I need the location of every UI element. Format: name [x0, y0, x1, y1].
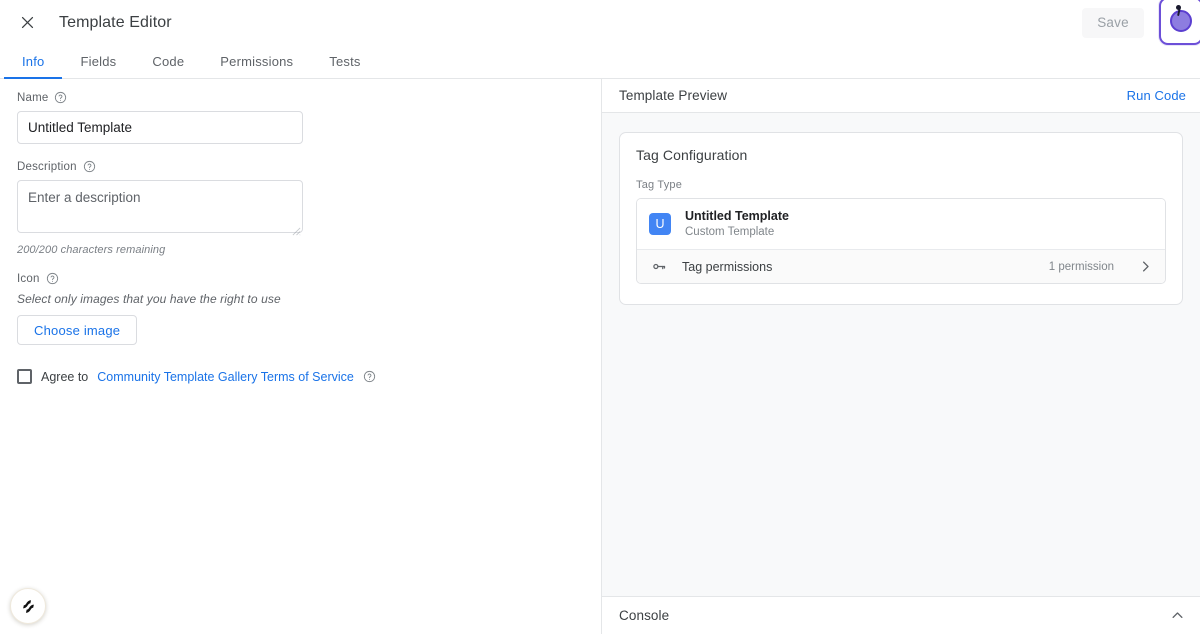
- close-icon[interactable]: [12, 8, 42, 38]
- preview-header: Template Preview Run Code: [602, 79, 1200, 113]
- assistant-icon: [22, 599, 34, 613]
- terms-of-service-link[interactable]: Community Template Gallery Terms of Serv…: [97, 370, 354, 384]
- icon-field-block: Icon Select only images that you have th…: [17, 272, 584, 345]
- tag-configuration-card: Tag Configuration Tag Type U Untitled Te…: [619, 132, 1183, 306]
- key-icon: [650, 259, 668, 274]
- description-label-row: Description: [17, 160, 584, 173]
- assistant-floating-button[interactable]: [10, 588, 46, 624]
- tab-fields[interactable]: Fields: [62, 46, 134, 79]
- tag-configuration-title: Tag Configuration: [636, 147, 748, 163]
- console-title: Console: [619, 608, 670, 623]
- chevron-up-icon[interactable]: [1170, 608, 1185, 623]
- description-field-block: Description 200/200 charac: [17, 160, 584, 256]
- icon-usage-hint: Select only images that you have the rig…: [17, 292, 281, 306]
- character-counter: 200/200 characters remaining: [17, 244, 166, 256]
- description-input-wrap: [17, 180, 303, 238]
- editor-tabs: Info Fields Code Permissions Tests: [0, 45, 1200, 79]
- help-icon[interactable]: [363, 370, 376, 383]
- template-editor-window: Template Editor Save Info Fields Code Pe…: [0, 0, 1200, 634]
- tag-type-label: Tag Type: [636, 179, 683, 191]
- icon-label-row: Icon: [17, 272, 584, 285]
- help-icon[interactable]: [46, 272, 59, 285]
- preview-body: Tag Configuration Tag Type U Untitled Te…: [602, 113, 1200, 596]
- page-title: Template Editor: [59, 13, 172, 31]
- chevron-right-icon[interactable]: [1138, 259, 1153, 274]
- info-form-pane: Name Description: [0, 79, 602, 634]
- tab-permissions[interactable]: Permissions: [202, 46, 311, 79]
- top-bar: Template Editor Save: [0, 0, 1200, 45]
- tag-type-name: Untitled Template: [685, 209, 789, 223]
- template-badge-icon: U: [649, 213, 671, 236]
- agree-prefix-label: Agree to: [41, 369, 89, 384]
- terms-agreement-row: Agree to Community Template Gallery Term…: [17, 369, 584, 384]
- cursor-pointer-icon: [1170, 5, 1192, 32]
- tab-code[interactable]: Code: [134, 46, 202, 79]
- preview-pane: Template Preview Run Code Tag Configurat…: [602, 79, 1200, 634]
- icon-label: Icon: [17, 272, 40, 285]
- agree-checkbox[interactable]: [17, 369, 32, 384]
- tag-permissions-row[interactable]: Tag permissions 1 permission: [637, 250, 1165, 284]
- help-icon[interactable]: [83, 160, 96, 173]
- permission-count: 1 permission: [1048, 260, 1114, 273]
- description-textarea[interactable]: [17, 180, 303, 233]
- tag-type-row[interactable]: U Untitled Template Custom Template: [637, 199, 1165, 251]
- tag-type-list: U Untitled Template Custom Template Tag …: [636, 198, 1166, 285]
- tag-permissions-label: Tag permissions: [682, 259, 773, 274]
- console-bar[interactable]: Console: [602, 596, 1200, 634]
- choose-image-button[interactable]: Choose image: [17, 315, 138, 345]
- tab-tests[interactable]: Tests: [311, 46, 378, 79]
- name-label-row: Name: [17, 91, 584, 104]
- run-code-button[interactable]: Run Code: [1127, 88, 1186, 103]
- help-icon[interactable]: [54, 91, 67, 104]
- cursor-click-highlight: [1159, 0, 1200, 45]
- tab-info[interactable]: Info: [4, 46, 63, 79]
- name-input[interactable]: [17, 111, 303, 144]
- save-button[interactable]: Save: [1082, 7, 1144, 38]
- name-field-block: Name: [17, 91, 584, 144]
- tag-type-text-group: Untitled Template Custom Template: [685, 208, 789, 240]
- description-label: Description: [17, 160, 77, 173]
- body-split: Name Description: [0, 79, 1200, 634]
- preview-title: Template Preview: [619, 88, 728, 103]
- tag-type-subtitle: Custom Template: [685, 225, 775, 238]
- name-label: Name: [17, 91, 49, 104]
